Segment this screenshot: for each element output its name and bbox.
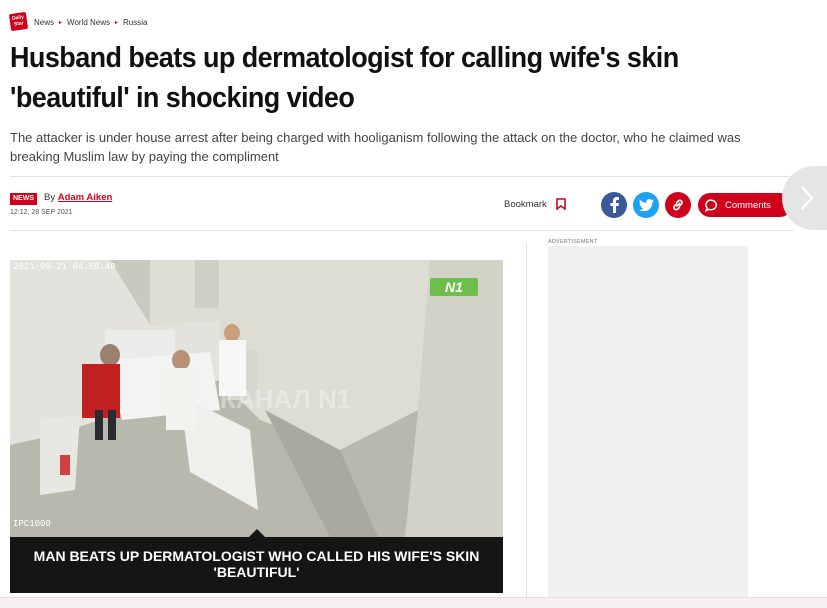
cctv-video-frame: КАНАЛ N1 N1 2021-09-21 04:58:48 IPC1000 bbox=[10, 260, 503, 537]
article-headline: Husband beats up dermatologist for calli… bbox=[10, 42, 679, 114]
divider bbox=[10, 176, 793, 177]
byline: By Adam Aiken bbox=[44, 192, 112, 203]
copy-link-button[interactable] bbox=[665, 192, 691, 218]
advertisement-label: ADVERTISEMENT bbox=[548, 239, 598, 245]
facebook-icon bbox=[610, 197, 619, 213]
site-logo[interactable]: Daily Star bbox=[8, 11, 29, 32]
comments-button[interactable]: Comments 2 bbox=[698, 193, 792, 217]
breadcrumb: News ▸ World News ▸ Russia bbox=[34, 18, 147, 27]
video-watermark: КАНАЛ N1 bbox=[220, 384, 351, 414]
camera-id-overlay: IPC1000 bbox=[13, 519, 51, 529]
author-link[interactable]: Adam Aiken bbox=[58, 192, 113, 203]
channel-logo: N1 bbox=[445, 279, 463, 295]
twitter-share-button[interactable] bbox=[633, 192, 659, 218]
breadcrumb-news[interactable]: News bbox=[34, 18, 54, 27]
video-player[interactable]: КАНАЛ N1 N1 2021-09-21 04:58:48 IPC1000 bbox=[10, 260, 503, 537]
article-standfirst: The attacker is under house arrest after… bbox=[10, 130, 741, 164]
video-timestamp-overlay: 2021-09-21 04:58:48 bbox=[13, 262, 116, 272]
facebook-share-button[interactable] bbox=[601, 192, 627, 218]
news-badge: NEWS bbox=[10, 193, 37, 205]
bookmark-label: Bookmark bbox=[504, 198, 547, 210]
advertisement-slot[interactable] bbox=[548, 246, 748, 607]
column-divider bbox=[526, 243, 527, 607]
breadcrumb-russia[interactable]: Russia bbox=[123, 18, 147, 27]
divider bbox=[10, 230, 793, 231]
breadcrumb-separator-icon: ▸ bbox=[115, 20, 119, 26]
speech-bubble-icon bbox=[705, 198, 718, 212]
caption-notch bbox=[249, 529, 265, 537]
bottom-bar bbox=[0, 597, 827, 608]
comments-label: Comments bbox=[725, 199, 771, 211]
breadcrumb-world-news[interactable]: World News bbox=[67, 18, 110, 27]
byline-prefix: By bbox=[44, 192, 56, 203]
bookmark-button[interactable]: Bookmark bbox=[504, 198, 566, 210]
twitter-icon bbox=[638, 199, 654, 211]
publish-timestamp: 12:12, 28 SEP 2021 bbox=[10, 209, 73, 216]
video-caption: MAN BEATS UP DERMATOLOGIST WHO CALLED HI… bbox=[10, 537, 503, 593]
link-icon bbox=[673, 199, 683, 211]
breadcrumb-separator-icon: ▸ bbox=[59, 20, 63, 26]
chevron-right-icon bbox=[801, 186, 814, 210]
bookmark-icon bbox=[555, 198, 566, 210]
